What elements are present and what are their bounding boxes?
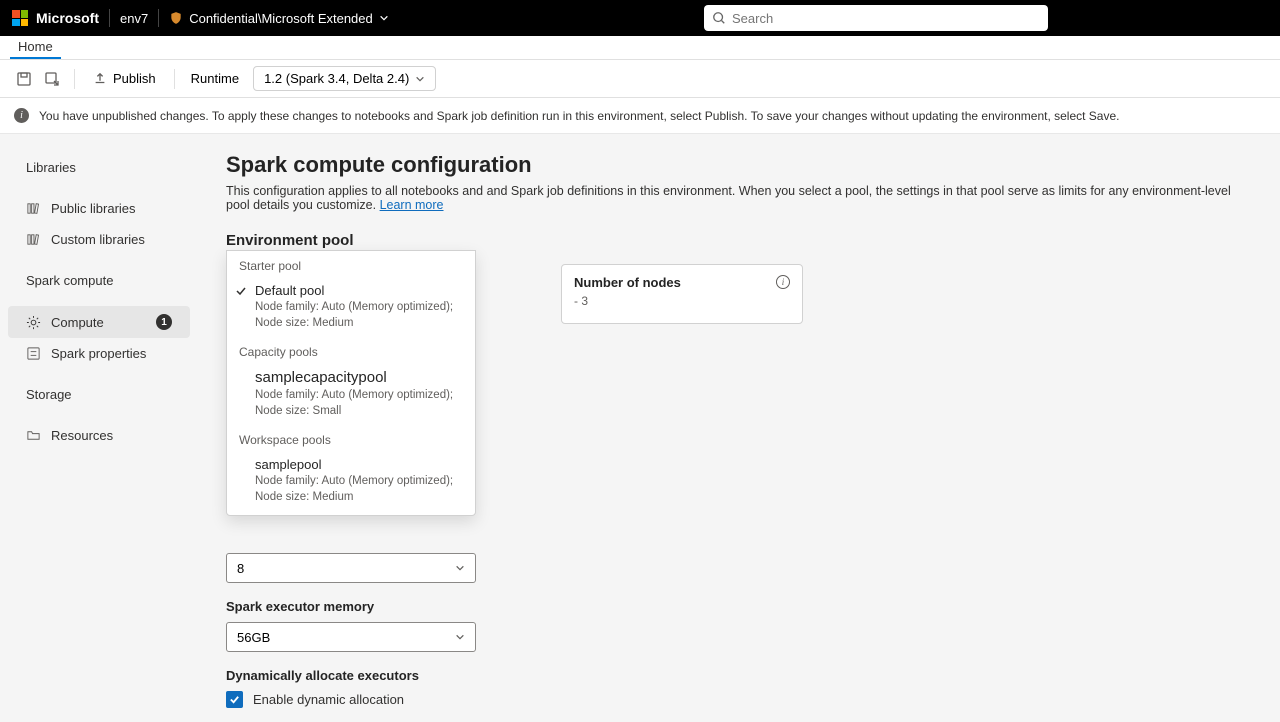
shield-icon <box>169 11 183 25</box>
runtime-label: Runtime <box>185 67 245 90</box>
divider <box>74 69 75 89</box>
executor-memory-label: Spark executor memory <box>226 599 1252 614</box>
search-box[interactable] <box>704 5 1048 31</box>
properties-icon <box>26 346 41 361</box>
node-count-card: Number of nodes i - 3 <box>561 264 803 324</box>
pool-option-default[interactable]: Default pool Node family: Auto (Memory o… <box>227 277 475 337</box>
option-title: Default pool <box>255 283 463 298</box>
sidebar-label: Spark properties <box>51 346 146 361</box>
publish-button[interactable]: Publish <box>85 67 164 90</box>
chevron-down-icon <box>455 563 465 573</box>
sidebar-label: Resources <box>51 428 113 443</box>
sidebar: Libraries Public libraries Custom librar… <box>0 134 198 722</box>
badge: 1 <box>156 314 172 330</box>
sidebar-section-spark: Spark compute <box>8 267 190 294</box>
divider <box>158 9 159 27</box>
executor-memory-select[interactable]: 56GB <box>226 622 476 652</box>
microsoft-logo-icon <box>12 10 28 26</box>
environment-name: env7 <box>120 11 148 26</box>
checkmark-icon <box>235 285 247 297</box>
runtime-selector[interactable]: 1.2 (Spark 3.4, Delta 2.4) <box>253 66 436 91</box>
sidebar-item-custom-libraries[interactable]: Custom libraries <box>8 224 190 255</box>
sidebar-section-storage: Storage <box>8 381 190 408</box>
top-bar: Microsoft env7 Confidential\Microsoft Ex… <box>0 0 1280 36</box>
sidebar-item-public-libraries[interactable]: Public libraries <box>8 193 190 224</box>
tab-bar: Home <box>0 36 1280 60</box>
folder-icon <box>26 428 41 443</box>
save-button[interactable] <box>12 67 36 91</box>
learn-more-link[interactable]: Learn more <box>380 198 444 212</box>
chevron-down-icon <box>455 632 465 642</box>
environment-pool-heading: Environment pool <box>226 232 1252 249</box>
publish-label: Publish <box>113 71 156 86</box>
divider <box>174 69 175 89</box>
main-content: Spark compute configuration This configu… <box>198 134 1280 722</box>
chevron-down-icon <box>415 74 425 84</box>
option-subtitle: Node family: Auto (Memory optimized); No… <box>255 388 463 419</box>
pool-dropdown: Starter pool Default pool Node family: A… <box>226 250 476 516</box>
dropdown-group-starter: Starter pool <box>227 251 475 277</box>
dynamic-alloc-checkbox-label: Enable dynamic allocation <box>253 692 404 707</box>
info-icon[interactable]: i <box>776 275 790 289</box>
dropdown-group-workspace: Workspace pools <box>227 425 475 451</box>
search-icon <box>712 11 726 25</box>
sensitivity-label: Confidential\Microsoft Extended <box>189 11 373 26</box>
pool-option-samplepool[interactable]: samplepool Node family: Auto (Memory opt… <box>227 451 475 511</box>
search-input[interactable] <box>732 11 1040 26</box>
info-text: You have unpublished changes. To apply t… <box>39 109 1120 123</box>
checkmark-icon <box>229 694 240 705</box>
cores-select[interactable]: 8 <box>226 553 476 583</box>
sidebar-label: Public libraries <box>51 201 136 216</box>
toolbar: Publish Runtime 1.2 (Spark 3.4, Delta 2.… <box>0 60 1280 98</box>
page-title: Spark compute configuration <box>226 152 1252 178</box>
library-icon <box>26 201 41 216</box>
pool-option-samplecapacity[interactable]: samplecapacitypool Node family: Auto (Me… <box>227 363 475 425</box>
sidebar-item-spark-properties[interactable]: Spark properties <box>8 338 190 369</box>
brand-text: Microsoft <box>36 10 99 26</box>
sidebar-item-resources[interactable]: Resources <box>8 420 190 451</box>
sensitivity-selector[interactable]: Confidential\Microsoft Extended <box>169 11 389 26</box>
option-title: samplepool <box>255 457 463 472</box>
info-bar: i You have unpublished changes. To apply… <box>0 98 1280 134</box>
save-as-icon <box>44 71 60 87</box>
brand-logo: Microsoft <box>12 10 99 26</box>
sidebar-item-compute[interactable]: Compute 1 <box>8 306 190 338</box>
card-label: Number of nodes <box>574 275 681 290</box>
library-icon <box>26 232 41 247</box>
publish-icon <box>93 72 107 86</box>
page-description: This configuration applies to all notebo… <box>226 184 1252 212</box>
sidebar-label: Compute <box>51 315 104 330</box>
card-value: - 3 <box>574 294 790 308</box>
dynamic-alloc-label: Dynamically allocate executors <box>226 668 1252 683</box>
dynamic-alloc-checkbox[interactable] <box>226 691 243 708</box>
runtime-value: 1.2 (Spark 3.4, Delta 2.4) <box>264 71 409 86</box>
option-subtitle: Node family: Auto (Memory optimized); No… <box>255 474 463 505</box>
search-container <box>704 5 1048 31</box>
cores-value: 8 <box>237 561 244 576</box>
info-icon: i <box>14 108 29 123</box>
divider <box>109 9 110 27</box>
sidebar-label: Custom libraries <box>51 232 145 247</box>
dynamic-alloc-row: Enable dynamic allocation <box>226 691 1252 708</box>
save-as-button[interactable] <box>40 67 64 91</box>
sidebar-section-libraries: Libraries <box>8 154 190 181</box>
option-subtitle: Node family: Auto (Memory optimized); No… <box>255 300 463 331</box>
tab-home[interactable]: Home <box>10 35 61 59</box>
option-title: samplecapacitypool <box>255 369 463 386</box>
executor-memory-value: 56GB <box>237 630 270 645</box>
gear-icon <box>26 315 41 330</box>
dropdown-group-capacity: Capacity pools <box>227 337 475 363</box>
chevron-down-icon <box>379 13 389 23</box>
save-icon <box>16 71 32 87</box>
